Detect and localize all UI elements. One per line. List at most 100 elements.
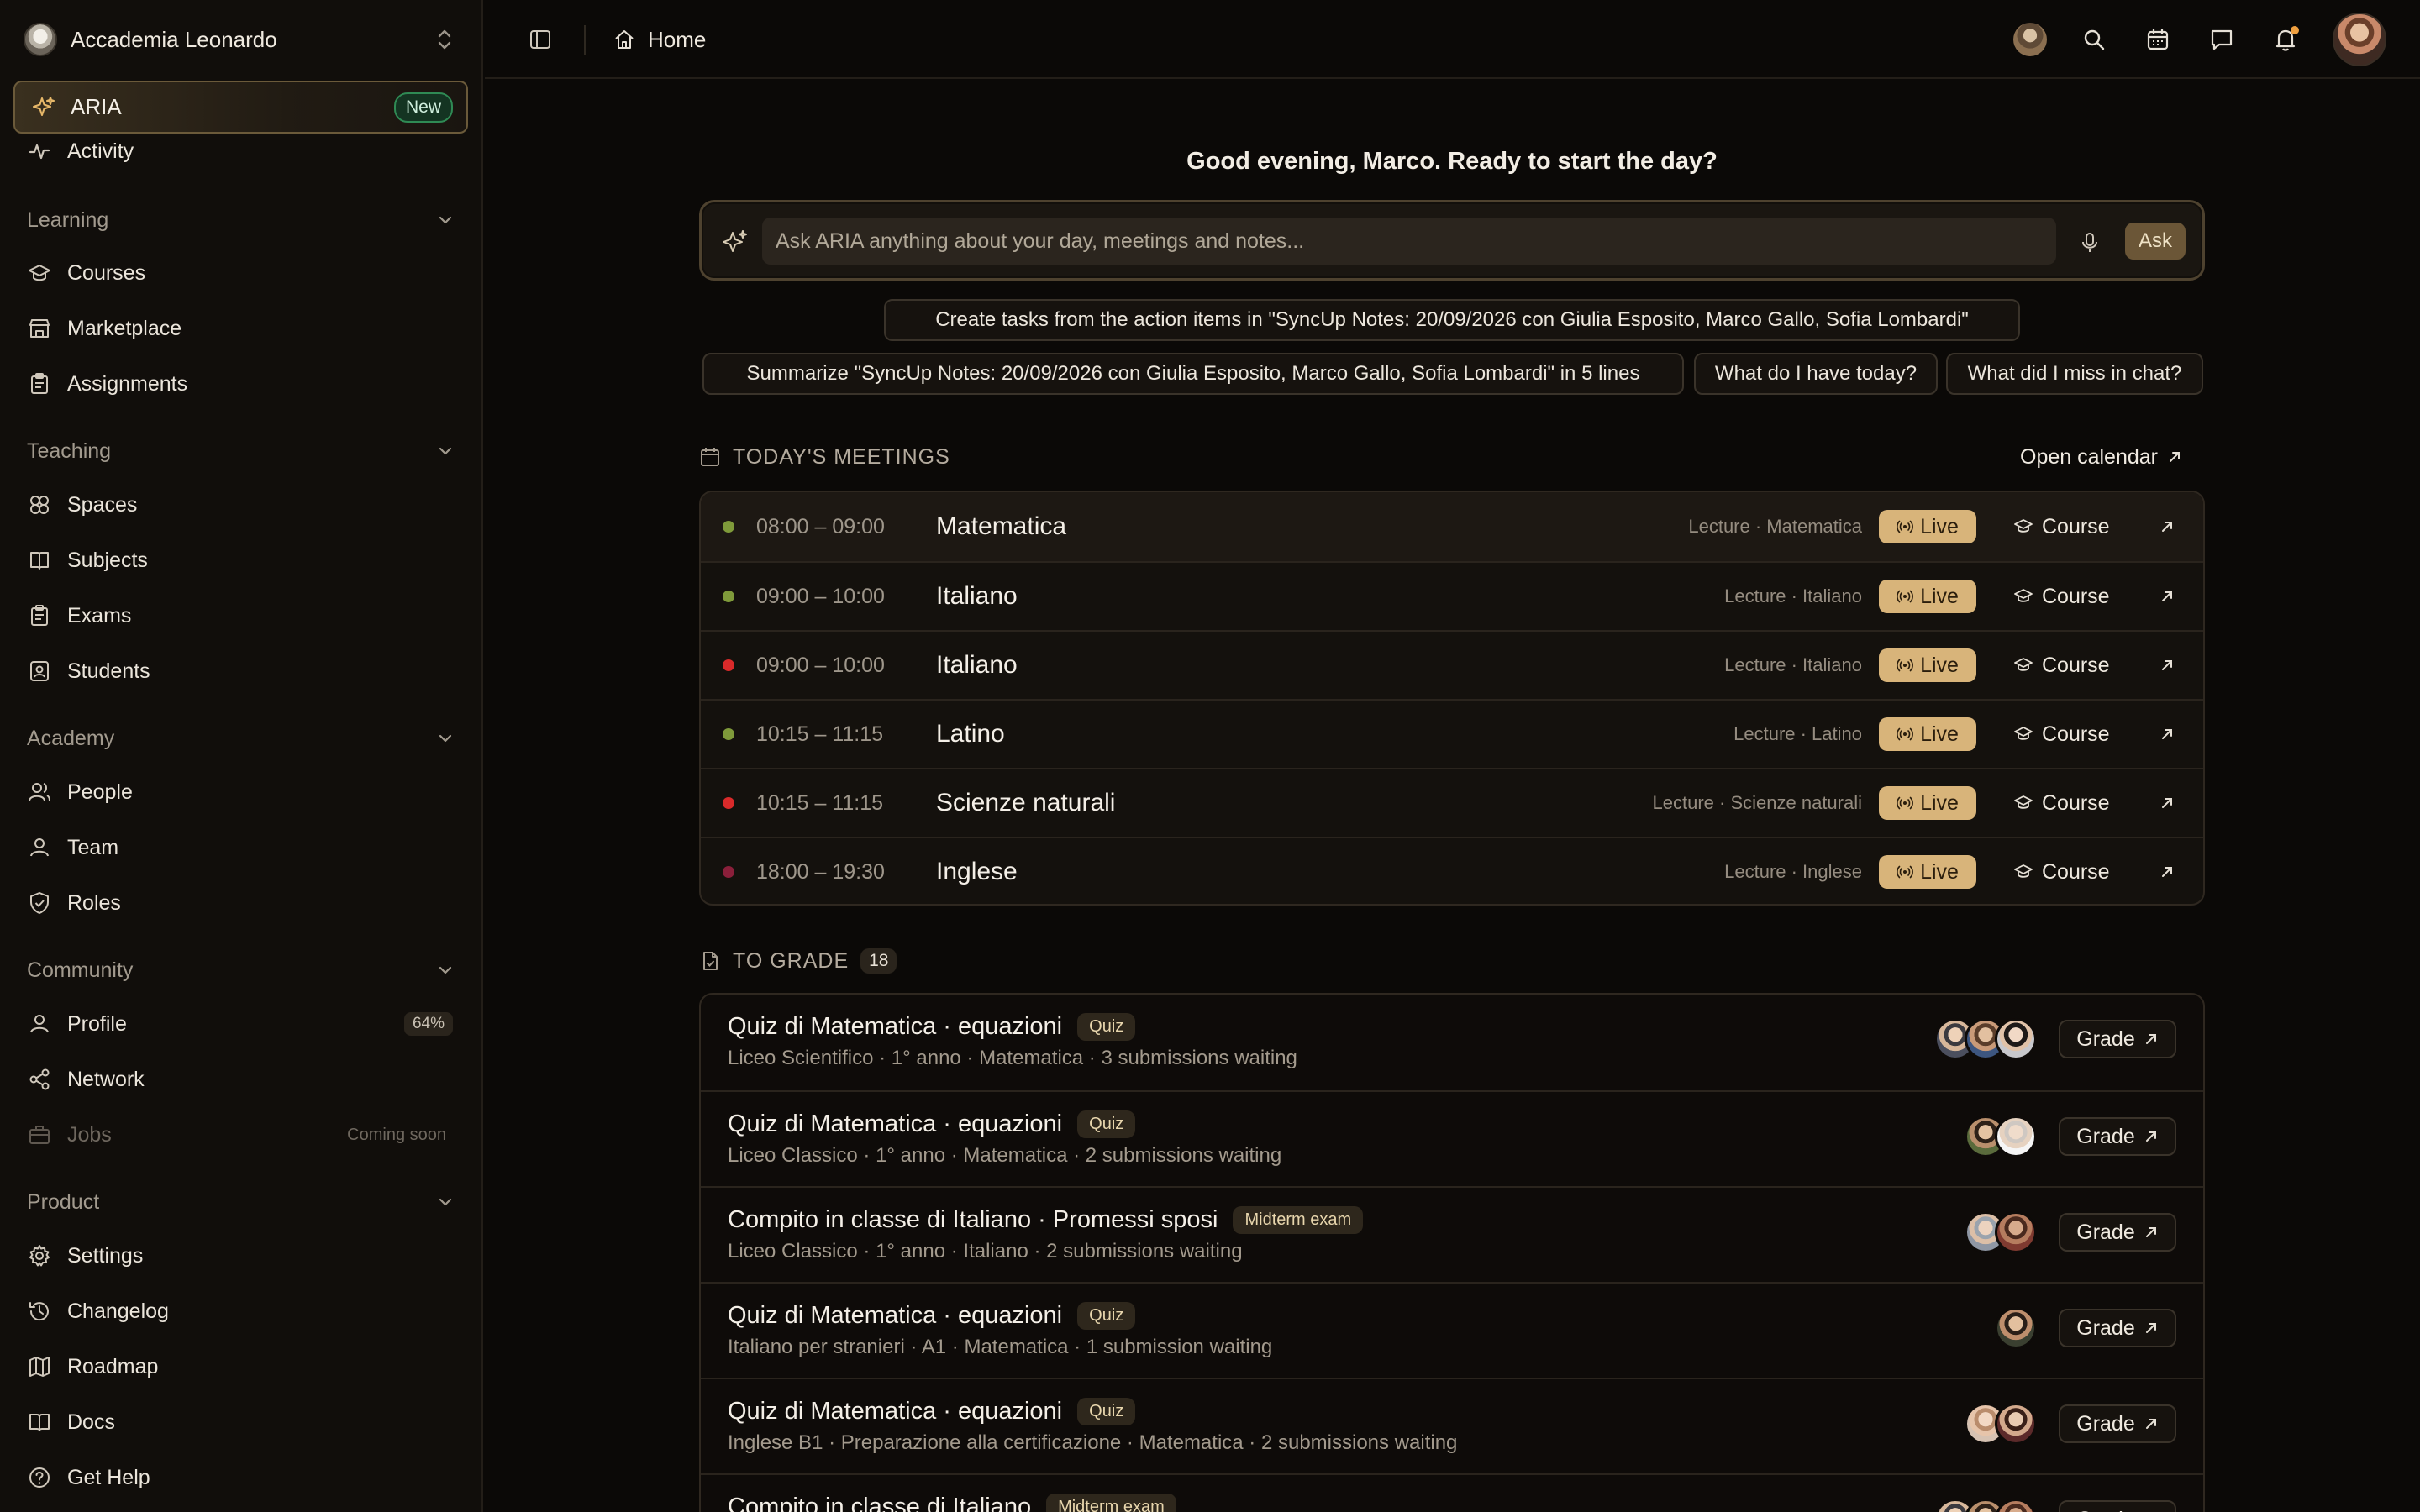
- search-icon[interactable]: [2077, 23, 2111, 56]
- sidebar-item-network[interactable]: Network: [13, 1055, 468, 1104]
- sidebar-item-people[interactable]: People: [13, 768, 468, 816]
- sidebar-item-courses[interactable]: Courses: [13, 249, 468, 297]
- meeting-row[interactable]: 09:00 – 10:00 Italiano Lecture · Italiano L…: [701, 630, 2203, 699]
- sidebar-item-roles[interactable]: Roles: [13, 879, 468, 927]
- arrow-up-right-icon: [2144, 1225, 2159, 1240]
- section-community[interactable]: Community: [27, 953, 455, 987]
- grade-button[interactable]: Grade: [2059, 1309, 2176, 1347]
- suggestion-chip[interactable]: What do I have today?: [1694, 353, 1938, 395]
- meeting-row[interactable]: 10:15 – 11:15 Scienze naturali Lecture · S…: [701, 768, 2203, 837]
- org-switcher[interactable]: Accademia Leonardo: [24, 20, 454, 59]
- live-badge[interactable]: Live: [1879, 786, 1976, 820]
- arrow-up-right-icon[interactable]: [2156, 654, 2178, 676]
- grade-button[interactable]: Grade: [2059, 1500, 2176, 1512]
- ask-button[interactable]: Ask: [2125, 223, 2186, 260]
- calendar-icon[interactable]: [2141, 23, 2175, 56]
- sidebar-item-changelog[interactable]: Changelog: [13, 1287, 468, 1336]
- ask-input[interactable]: [762, 218, 2056, 265]
- arrow-up-right-icon[interactable]: [2156, 516, 2178, 538]
- sidebar-item-docs[interactable]: Docs: [13, 1398, 468, 1446]
- submitter-avatars: [1934, 1499, 2037, 1512]
- microphone-icon[interactable]: [2075, 228, 2105, 258]
- avatar: [1995, 1403, 2037, 1445]
- course-link[interactable]: Course: [2013, 722, 2110, 747]
- grade-item-title: Quiz di Matematica · equazioni Quiz: [728, 1398, 1136, 1425]
- assessment-type-tag: Midterm exam: [1233, 1206, 1364, 1234]
- status-dot: [723, 728, 734, 740]
- bell-icon[interactable]: [2269, 23, 2302, 56]
- live-badge[interactable]: Live: [1879, 580, 1976, 613]
- grade-title: TO GRADE: [733, 948, 850, 973]
- grade-button[interactable]: Grade: [2059, 1213, 2176, 1252]
- assistant-avatar[interactable]: [2013, 23, 2047, 56]
- course-link[interactable]: Course: [2013, 654, 2110, 678]
- sidebar-item-help[interactable]: Get Help: [13, 1453, 468, 1502]
- meeting-row[interactable]: 10:15 – 11:15 Latino Lecture · Latino Live C…: [701, 699, 2203, 768]
- sidebar-item-marketplace[interactable]: Marketplace: [13, 304, 468, 353]
- sidebar-item-profile[interactable]: Profile 64%: [13, 1000, 468, 1048]
- grade-row[interactable]: Quiz di Matematica · equazioni Quiz Italia…: [701, 1282, 2203, 1378]
- grade-item-name: Compito in classe di Italiano: [728, 1494, 1032, 1512]
- section-learning[interactable]: Learning: [27, 203, 455, 237]
- course-label: Course: [2042, 584, 2110, 608]
- live-badge[interactable]: Live: [1879, 648, 1976, 682]
- sidebar-item-label: Students: [67, 659, 150, 683]
- arrow-up-right-icon[interactable]: [2156, 585, 2178, 607]
- users-icon: [27, 780, 52, 805]
- clipboard-check-icon: [27, 603, 52, 628]
- graduation-cap-icon: [2013, 517, 2033, 537]
- sidebar-item-students[interactable]: Students: [13, 647, 468, 696]
- meeting-row[interactable]: 18:00 – 19:30 Inglese Lecture · Inglese Liv…: [701, 837, 2203, 904]
- suggestion-chip[interactable]: What did I miss in chat?: [1946, 353, 2203, 395]
- live-badge[interactable]: Live: [1879, 510, 1976, 543]
- sidebar-item-activity[interactable]: Activity: [13, 128, 468, 175]
- arrow-up-right-icon[interactable]: [2156, 861, 2178, 883]
- sidebar-item-exams[interactable]: Exams: [13, 591, 468, 640]
- arrow-up-right-icon[interactable]: [2156, 723, 2178, 745]
- grade-button[interactable]: Grade: [2059, 1020, 2176, 1058]
- sidebar-item-label: Subjects: [67, 548, 148, 572]
- grade-button[interactable]: Grade: [2059, 1117, 2176, 1156]
- graduation-cap-icon: [2013, 724, 2033, 744]
- course-link[interactable]: Course: [2013, 860, 2110, 885]
- grade-row[interactable]: Compito in classe di Italiano Midterm exa…: [701, 1473, 2203, 1512]
- course-link[interactable]: Course: [2013, 585, 2110, 609]
- grade-row[interactable]: Compito in classe di Italiano · Promessi…: [701, 1186, 2203, 1282]
- course-link[interactable]: Course: [2013, 791, 2110, 816]
- breadcrumb[interactable]: Home: [613, 24, 706, 55]
- sidebar-item-settings[interactable]: Settings: [13, 1231, 468, 1280]
- grade-row[interactable]: Quiz di Matematica · equazioni Quiz Liceo …: [701, 995, 2203, 1090]
- book-open-icon: [27, 1410, 52, 1435]
- suggestion-chip[interactable]: Create tasks from the action items in "S…: [884, 299, 2020, 341]
- meeting-meta: Lecture · Inglese: [1724, 861, 1862, 882]
- sidebar-item-roadmap[interactable]: Roadmap: [13, 1342, 468, 1391]
- meeting-row[interactable]: 09:00 – 10:00 Italiano Lecture · Italiano L…: [701, 561, 2203, 630]
- assessment-type-tag: Quiz: [1077, 1110, 1136, 1138]
- meeting-row[interactable]: 08:00 – 09:00 Matematica Lecture · Matemat…: [701, 492, 2203, 561]
- section-academy[interactable]: Academy: [27, 722, 455, 755]
- grade-row[interactable]: Quiz di Matematica · equazioni Quiz Ingles…: [701, 1378, 2203, 1473]
- live-badge[interactable]: Live: [1879, 717, 1976, 751]
- sidebar-toggle-icon[interactable]: [527, 27, 554, 52]
- section-teaching[interactable]: Teaching: [27, 434, 455, 468]
- arrow-up-right-icon[interactable]: [2156, 792, 2178, 814]
- section-product[interactable]: Product: [27, 1185, 455, 1219]
- chevron-down-icon: [435, 960, 455, 980]
- suggestion-chip[interactable]: Summarize "SyncUp Notes: 20/09/2026 con …: [702, 353, 1684, 395]
- live-badge[interactable]: Live: [1879, 855, 1976, 889]
- sidebar-item-aria[interactable]: ARIA New: [13, 81, 468, 134]
- chevron-down-icon: [435, 1192, 455, 1212]
- sidebar-item-subjects[interactable]: Subjects: [13, 536, 468, 585]
- clipboard-icon: [27, 371, 52, 396]
- open-calendar-link[interactable]: Open calendar: [2020, 442, 2183, 472]
- sidebar-item-spaces[interactable]: Spaces: [13, 480, 468, 529]
- chat-icon[interactable]: [2205, 23, 2238, 56]
- live-label: Live: [1920, 722, 1959, 746]
- grade-button[interactable]: Grade: [2059, 1404, 2176, 1443]
- section-label: Academy: [27, 726, 115, 750]
- sidebar-item-team[interactable]: Team: [13, 823, 468, 872]
- user-avatar[interactable]: [2333, 13, 2386, 66]
- course-link[interactable]: Course: [2013, 515, 2110, 539]
- grade-row[interactable]: Quiz di Matematica · equazioni Quiz Liceo …: [701, 1090, 2203, 1186]
- sidebar-item-assignments[interactable]: Assignments: [13, 360, 468, 408]
